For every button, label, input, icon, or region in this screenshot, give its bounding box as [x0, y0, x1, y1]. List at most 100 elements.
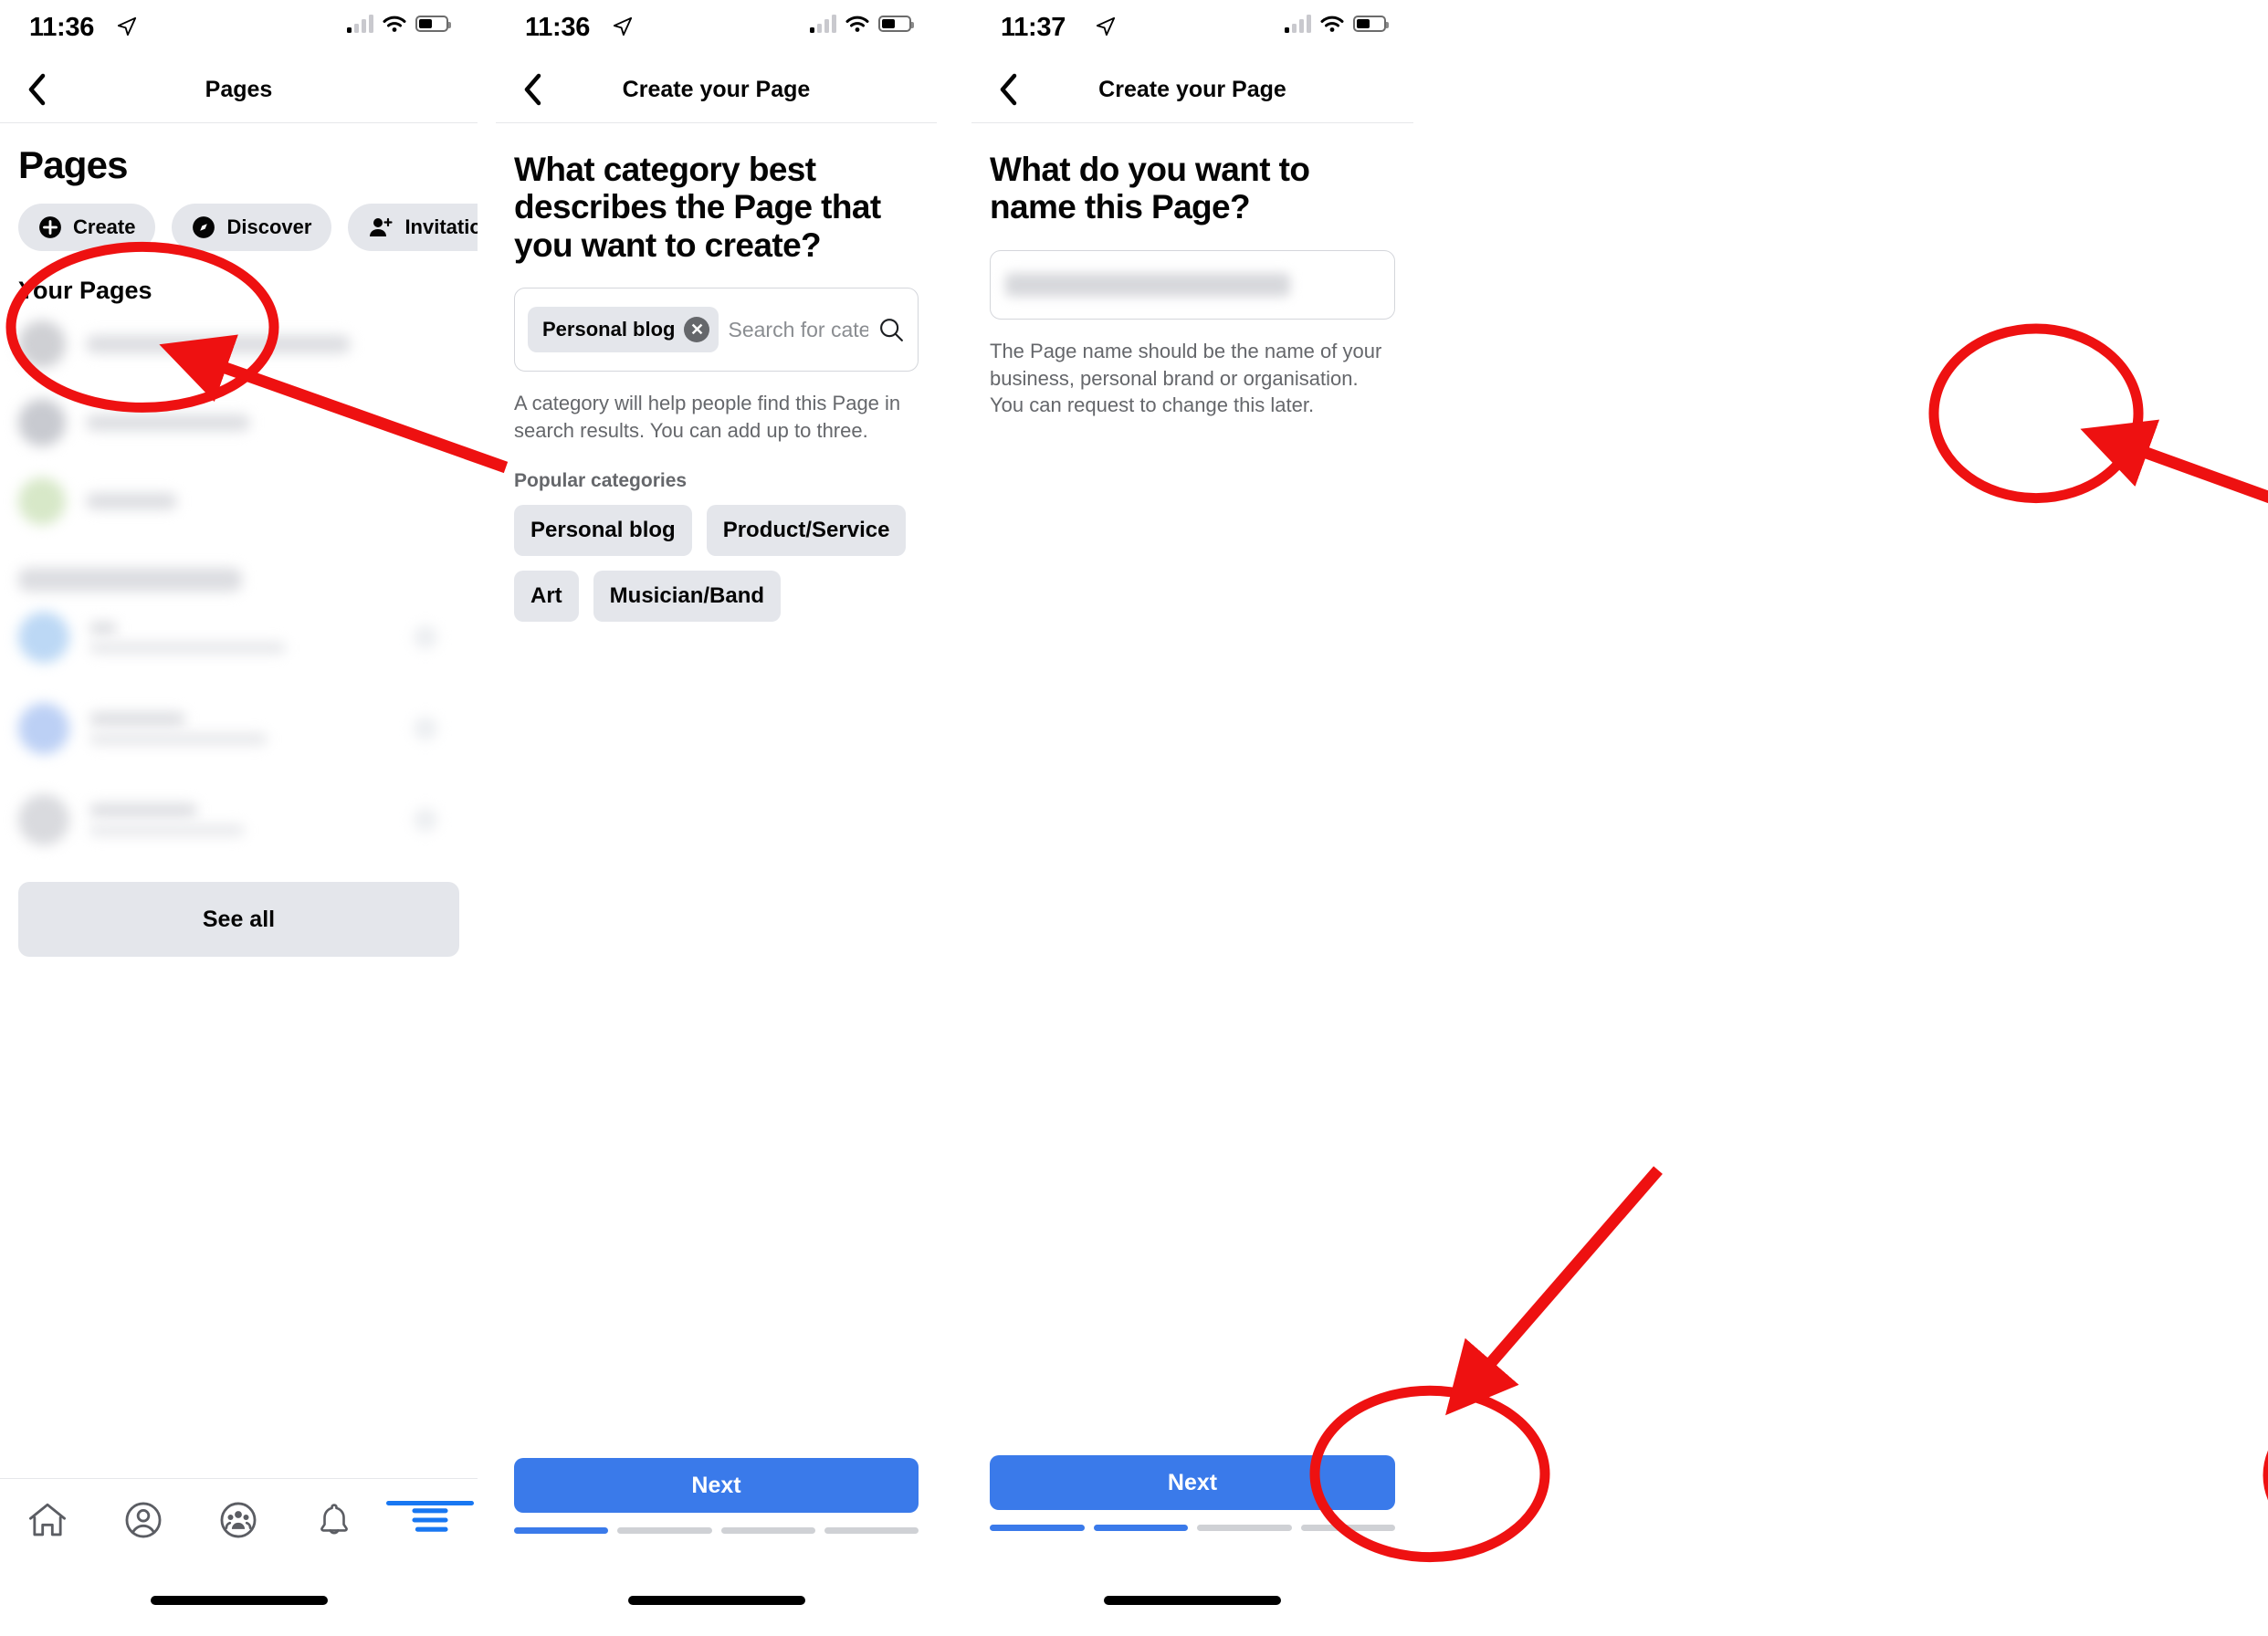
- search-input-placeholder[interactable]: Search for categories: [728, 318, 868, 342]
- wifi-icon: [383, 16, 406, 32]
- chevron-left-icon: [1000, 73, 1017, 106]
- category-helper-text: A category will help people find this Pa…: [514, 392, 901, 442]
- page-list-item[interactable]: [0, 683, 478, 774]
- nav-bar: Pages: [0, 57, 478, 123]
- panel-gap: [478, 0, 496, 1636]
- status-indicators: [810, 15, 914, 33]
- back-button[interactable]: [516, 69, 549, 110]
- pages-heading: Pages: [18, 143, 129, 186]
- page-list-item[interactable]: [0, 774, 478, 865]
- page-row-menu-icon[interactable]: [414, 717, 437, 740]
- page-title: Create your Page: [1098, 76, 1286, 102]
- invitations-chip[interactable]: Invitations: [348, 204, 478, 251]
- step-progress-indicator: [990, 1525, 1395, 1531]
- popular-categories-label: Popular categories: [514, 469, 688, 491]
- page-subtitle-redacted: [89, 824, 245, 836]
- battery-icon: [415, 16, 451, 32]
- page-list-item[interactable]: [0, 592, 478, 683]
- compass-icon: [193, 216, 215, 238]
- profile-icon: [125, 1502, 162, 1538]
- progress-segment: [1300, 1525, 1395, 1531]
- page-list-item[interactable]: [0, 462, 478, 540]
- page-avatar: [18, 794, 69, 845]
- annotation-arrow: [1445, 1166, 1663, 1416]
- home-indicator: [150, 1596, 328, 1605]
- next-button[interactable]: Next: [514, 1458, 919, 1513]
- unpublished-pages-list: [0, 592, 478, 865]
- category-chip[interactable]: Art: [514, 570, 579, 622]
- phone-screen-choose-category: 11:36 Create your Page What category bes…: [496, 0, 937, 1636]
- page-name-redacted: [89, 712, 185, 726]
- tab-groups[interactable]: [191, 1500, 287, 1540]
- cellular-signal-icon: [810, 15, 836, 33]
- page-name-helper-text: The Page name should be the name of your…: [990, 339, 1382, 417]
- location-arrow-icon: [117, 16, 137, 37]
- category-chip[interactable]: Personal blog: [514, 504, 692, 556]
- discover-chip[interactable]: Discover: [172, 204, 332, 251]
- category-chip[interactable]: Musician/Band: [593, 570, 782, 622]
- location-arrow-icon: [613, 16, 633, 37]
- battery-icon: [1353, 16, 1389, 32]
- page-list-item[interactable]: [0, 383, 478, 462]
- page-name-redacted: [86, 335, 351, 353]
- hamburger-menu-icon: [412, 1508, 448, 1532]
- create-chip-label: Create: [73, 215, 136, 238]
- page-title: Pages: [205, 76, 273, 102]
- home-indicator: [627, 1596, 805, 1605]
- annotation-arrow: [2080, 419, 2268, 504]
- invitations-chip-label: Invitations: [404, 215, 478, 238]
- status-bar: 11:37: [971, 0, 1413, 57]
- your-pages-label: Your Pages: [18, 277, 152, 304]
- bell-icon: [320, 1504, 348, 1535]
- see-all-button[interactable]: See all: [18, 882, 459, 957]
- status-time: 11:36: [29, 13, 95, 42]
- page-avatar: [18, 477, 66, 525]
- your-pages-list: [0, 305, 478, 540]
- tab-home[interactable]: [0, 1500, 96, 1540]
- category-question: What category best describes the Page th…: [514, 151, 881, 264]
- chevron-left-icon: [28, 73, 46, 106]
- page-name-redacted: [86, 414, 250, 431]
- close-circle-icon[interactable]: ✕: [684, 317, 710, 343]
- back-button[interactable]: [20, 69, 53, 110]
- cellular-signal-icon: [347, 15, 373, 33]
- pages-action-chip-row: Create Discover Invitations: [18, 204, 478, 251]
- popular-categories-list: Personal blog Product/Service Art Musici…: [514, 504, 919, 622]
- panel-gap: [937, 0, 955, 1636]
- tab-profile[interactable]: [96, 1500, 192, 1540]
- selected-category-label: Personal blog: [542, 318, 676, 341]
- tab-notifications[interactable]: [287, 1500, 383, 1540]
- search-icon: [880, 319, 903, 342]
- progress-segment: [720, 1527, 815, 1534]
- page-row-menu-icon[interactable]: [414, 808, 437, 832]
- home-indicator: [1104, 1596, 1281, 1605]
- nav-bar: Create your Page: [496, 57, 937, 123]
- page-avatar: [18, 703, 69, 754]
- page-name-question: What do you want to name this Page?: [990, 151, 1310, 226]
- wifi-icon: [845, 16, 869, 32]
- page-name-input[interactable]: [990, 249, 1395, 320]
- progress-segment: [617, 1527, 712, 1534]
- page-list-item[interactable]: [0, 305, 478, 383]
- next-button[interactable]: Next: [990, 1455, 1395, 1510]
- page-title: Create your Page: [622, 76, 811, 102]
- progress-segment: [1093, 1525, 1188, 1531]
- progress-segment: [514, 1527, 609, 1534]
- tab-menu[interactable]: [382, 1501, 478, 1536]
- page-name-redacted: [89, 803, 197, 817]
- progress-segment: [824, 1527, 919, 1534]
- home-icon: [29, 1503, 67, 1536]
- back-button[interactable]: [992, 69, 1024, 110]
- cellular-signal-icon: [1285, 15, 1311, 33]
- selected-category-token: Personal blog ✕: [528, 307, 719, 353]
- wifi-icon: [1320, 16, 1344, 32]
- page-row-menu-icon[interactable]: [414, 625, 437, 649]
- page-avatar: [18, 399, 66, 446]
- discover-chip-label: Discover: [226, 215, 312, 238]
- status-bar: 11:36: [0, 0, 478, 57]
- category-search-box[interactable]: Personal blog ✕ Search for categories: [514, 288, 919, 372]
- status-indicators: [1285, 15, 1389, 33]
- category-chip[interactable]: Product/Service: [706, 504, 907, 556]
- create-chip[interactable]: Create: [18, 204, 156, 251]
- chevron-left-icon: [524, 73, 541, 106]
